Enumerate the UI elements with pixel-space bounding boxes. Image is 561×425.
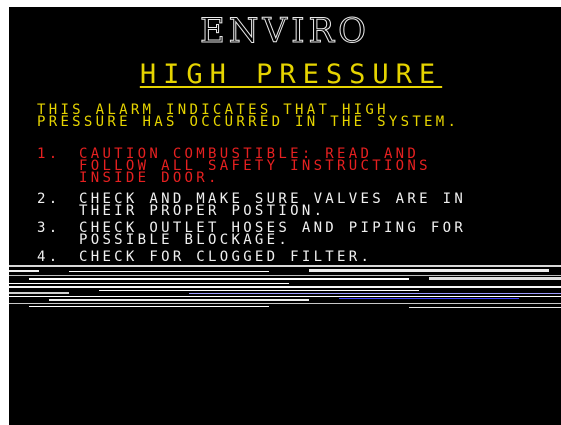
step-2: 2. CHECK AND MAKE SURE VALVES ARE IN THEI…	[37, 191, 466, 218]
step-number: 1.	[37, 146, 61, 162]
step-4: 4. CHECK FOR CLOGGED FILTER.	[37, 249, 373, 265]
alarm-title: HIGH PRESSURE	[139, 59, 443, 90]
brand-title: ENVIRO	[199, 11, 371, 52]
alarm-description: THIS ALARM INDICATES THAT HIGH PRESSURE …	[37, 103, 460, 130]
step-3: 3. CHECK OUTLET HOSES AND PIPING FOR POSS…	[37, 220, 466, 247]
step-number: 2.	[37, 191, 61, 207]
step-line: CHECK FOR CLOGGED FILTER.	[79, 249, 373, 265]
screen-glitch-noise	[9, 265, 561, 308]
step-number: 4.	[37, 249, 61, 265]
alarm-screen: ENVIRO HIGH PRESSURE THIS ALARM INDICATE…	[9, 7, 561, 425]
step-number: 3.	[37, 220, 61, 236]
description-line: PRESSURE HAS OCCURRED IN THE SYSTEM.	[37, 114, 460, 130]
step-1-caution: 1. CAUTION COMBUSTIBLE: READ AND FOLLOW A…	[37, 146, 431, 185]
